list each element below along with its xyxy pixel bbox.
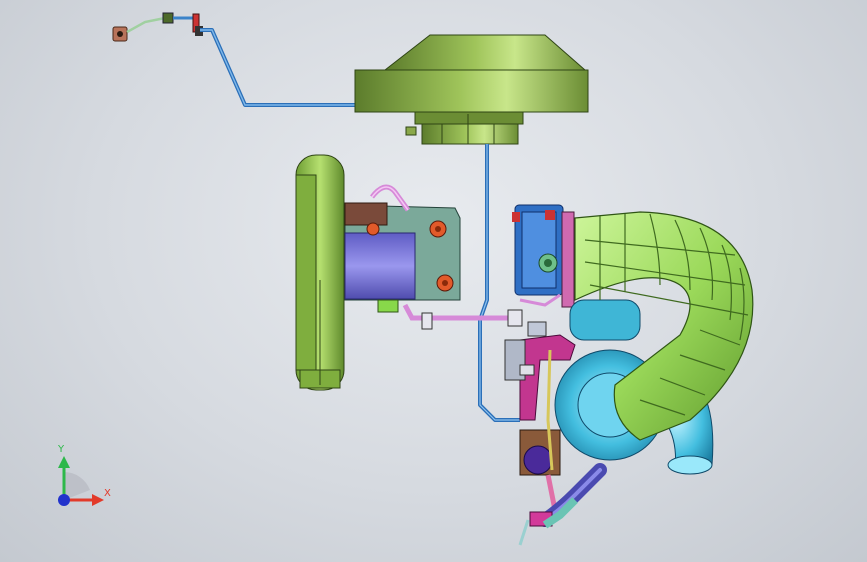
sensor-cable[interactable] bbox=[112, 12, 203, 42]
actuator-dome[interactable] bbox=[354, 34, 589, 145]
cad-viewport[interactable]: Y X bbox=[0, 0, 867, 562]
coordinate-triad-icon: Y X bbox=[57, 444, 111, 506]
sensor-wire bbox=[126, 16, 166, 34]
vacuum-pipe-top[interactable] bbox=[200, 28, 355, 107]
fitting bbox=[527, 321, 547, 337]
fitting bbox=[519, 364, 535, 376]
oil-return-hose[interactable] bbox=[518, 463, 607, 546]
y-axis-label: Y bbox=[57, 444, 65, 455]
x-axis-label: X bbox=[104, 488, 111, 499]
cable-clip bbox=[162, 12, 174, 24]
compressor-flange[interactable] bbox=[512, 204, 564, 296]
intake-coupling-ring bbox=[561, 211, 575, 308]
turbo-assembly-model[interactable] bbox=[0, 0, 867, 562]
pink-hose-connector bbox=[519, 293, 561, 307]
pulley-disk[interactable] bbox=[295, 154, 345, 391]
electric-motor[interactable] bbox=[344, 222, 416, 313]
